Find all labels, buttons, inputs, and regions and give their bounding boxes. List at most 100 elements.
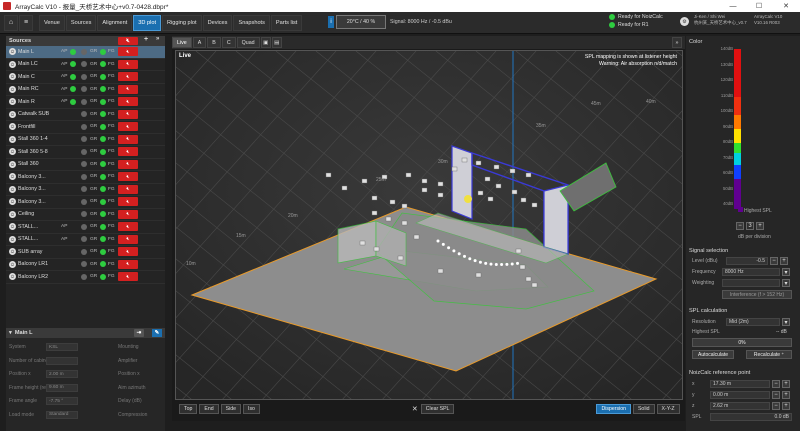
power-icon[interactable]: ⏻	[9, 235, 16, 243]
y-decrease-button[interactable]: −	[772, 391, 780, 399]
mute-button[interactable]: 🔇︎	[118, 47, 138, 57]
info-icon[interactable]: i	[328, 16, 334, 28]
power-icon[interactable]: ⏻	[9, 160, 16, 168]
source-row[interactable]: ⏻ Catwalk SUB GR FG 🔇︎	[6, 109, 165, 121]
group-status-icon[interactable]	[81, 211, 87, 218]
source-row[interactable]: ⏻ Balcony 3... GR FG 🔇︎	[6, 196, 165, 209]
group-status-icon[interactable]	[81, 236, 87, 243]
power-icon[interactable]: ⏻	[9, 135, 16, 143]
z-increase-button[interactable]: +	[782, 402, 790, 410]
power-icon[interactable]: ⏻	[9, 60, 16, 68]
fg-status-icon[interactable]	[100, 86, 106, 93]
mute-button[interactable]: 🔇︎	[118, 197, 138, 207]
db-increase-button[interactable]: +	[756, 222, 764, 230]
group-status-icon[interactable]	[81, 86, 87, 93]
fg-status-icon[interactable]	[100, 123, 106, 130]
power-icon[interactable]: ⏻	[9, 223, 16, 231]
fg-status-icon[interactable]	[100, 211, 106, 218]
fg-status-icon[interactable]	[100, 98, 106, 105]
mute-button[interactable]: 🔇︎	[118, 59, 138, 69]
source-row[interactable]: ⏻ Stall 360 1-4 GR FG 🔇︎	[6, 134, 165, 146]
view-side-button[interactable]: Side	[220, 403, 241, 414]
prop-value[interactable]: -7.75 °	[46, 397, 78, 405]
source-row[interactable]: ⏻ Main R AP GR FG 🔇︎	[6, 96, 165, 109]
group-status-icon[interactable]	[81, 111, 87, 118]
group-status-icon[interactable]	[81, 248, 87, 255]
power-icon[interactable]: ⏻	[9, 210, 16, 218]
group-status-icon[interactable]	[81, 261, 87, 268]
expand-sources-button[interactable]: »	[156, 36, 164, 46]
power-icon[interactable]: ⏻	[9, 248, 16, 256]
source-row[interactable]: ⏻ Main L AP GR FG 🔇︎	[6, 46, 165, 59]
y-increase-button[interactable]: +	[782, 391, 790, 399]
prop-value[interactable]: Standard	[46, 410, 78, 419]
expand-viewport-button[interactable]: »	[672, 37, 682, 48]
power-icon[interactable]: ⏻	[9, 148, 16, 156]
frequency-dropdown-icon[interactable]: ▾	[782, 268, 790, 276]
source-row[interactable]: ⏻ Main RC AP GR FG 🔇︎	[6, 84, 165, 96]
maximize-button[interactable]: ☐	[748, 0, 770, 12]
mute-button[interactable]: 🔇︎	[118, 147, 138, 157]
y-field[interactable]: 0.00 m	[710, 391, 770, 399]
source-row[interactable]: ⏻ Balcony LR2 GR FG 🔇︎	[6, 271, 165, 284]
hamburger-icon[interactable]: ≡	[19, 14, 33, 31]
view-tab-quad[interactable]: Quad	[236, 37, 260, 48]
view-tab-live[interactable]: Live	[172, 37, 192, 48]
ap-status-icon[interactable]	[70, 86, 76, 93]
fg-status-icon[interactable]	[100, 161, 106, 168]
power-icon[interactable]: ⏻	[9, 73, 16, 81]
fg-status-icon[interactable]	[100, 61, 106, 68]
prop-value[interactable]: 9.60 m	[46, 383, 78, 392]
mute-button[interactable]: 🔇︎	[118, 259, 138, 269]
home-icon[interactable]: ⌂	[4, 14, 18, 31]
mute-button[interactable]: 🔇︎	[118, 109, 138, 119]
mute-button[interactable]: 🔇︎	[118, 234, 138, 244]
menu-tab-alignment[interactable]: Alignment	[97, 14, 133, 31]
fg-status-icon[interactable]	[100, 273, 106, 280]
mute-button[interactable]: 🔇︎	[118, 184, 138, 194]
fg-status-icon[interactable]	[100, 173, 106, 180]
fg-status-icon[interactable]	[100, 111, 106, 118]
resolution-dropdown-icon[interactable]: ▾	[782, 318, 790, 326]
frequency-select[interactable]: 8000 Hz	[722, 268, 780, 276]
menu-tab-parts-list[interactable]: Parts list	[270, 14, 303, 31]
view-tab-a[interactable]: A	[192, 37, 207, 48]
fg-status-icon[interactable]	[100, 186, 106, 193]
autocalculate-button[interactable]: Autocalculate	[692, 350, 734, 359]
source-row[interactable]: ⏻ Stall 360 5-8 GR FG 🔇︎	[6, 146, 165, 159]
menu-tab-venue[interactable]: Venue	[39, 14, 65, 31]
clear-spl-button[interactable]: Clear SPL	[420, 403, 455, 414]
resolution-select[interactable]: Mid (2m)	[726, 318, 780, 326]
group-status-icon[interactable]	[81, 136, 87, 143]
ap-status-icon[interactable]	[70, 61, 76, 68]
3d-scene[interactable]: Live SPL mapping is shown at listener he…	[175, 50, 683, 400]
mute-button[interactable]: 🔇︎	[118, 122, 138, 132]
view-top-button[interactable]: Top	[179, 403, 198, 414]
menu-tab-snapshots[interactable]: Snapshots	[233, 14, 270, 31]
power-icon[interactable]: ⏻	[9, 85, 16, 93]
add-source-button[interactable]: +	[144, 36, 152, 46]
mute-button[interactable]: 🔇︎	[118, 97, 138, 107]
source-row[interactable]: ⏻ Ceiling GR FG 🔇︎	[6, 209, 165, 221]
recalculate-button[interactable]: Recalculate ⁺	[746, 350, 792, 359]
source-row[interactable]: ⏻ Balcony 3... GR FG 🔇︎	[6, 171, 165, 184]
power-icon[interactable]: ⏻	[9, 98, 16, 106]
prop-value[interactable]: 2.00 m	[46, 370, 78, 378]
folder-icon[interactable]: ▤	[271, 37, 282, 48]
fg-status-icon[interactable]	[100, 136, 106, 143]
fg-status-icon[interactable]	[100, 48, 106, 55]
mute-button[interactable]: 🔇︎	[118, 172, 138, 182]
db-per-division-field[interactable]: 3	[746, 222, 754, 230]
x-decrease-button[interactable]: −	[772, 380, 780, 388]
ap-status-icon[interactable]	[70, 98, 76, 105]
source-row[interactable]: ⏻ Frontfill GR FG 🔇︎	[6, 121, 165, 134]
group-status-icon[interactable]	[81, 98, 87, 105]
menu-tab-3d-plot[interactable]: 3D plot	[133, 14, 162, 31]
power-icon[interactable]: ⏻	[9, 273, 16, 281]
x-increase-button[interactable]: +	[782, 380, 790, 388]
source-row[interactable]: ⏻ Main LC AP GR FG 🔇︎	[6, 59, 165, 71]
clear-x-icon[interactable]: ✕	[412, 405, 418, 413]
view-iso-button[interactable]: Iso	[243, 403, 260, 414]
view-end-button[interactable]: End	[199, 403, 219, 414]
source-row[interactable]: ⏻ Balcony 3... GR FG 🔇︎	[6, 184, 165, 196]
